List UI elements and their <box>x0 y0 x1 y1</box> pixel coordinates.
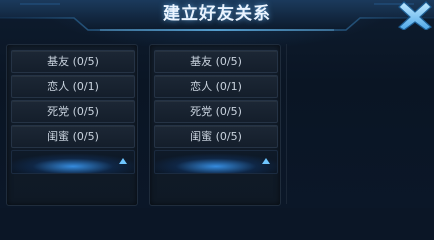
title-bar: 建立好友关系 <box>0 0 434 36</box>
relation-item-lover[interactable]: 恋人 (0/1) <box>11 75 135 98</box>
relation-item-buddy[interactable]: 基友 (0/5) <box>11 50 135 73</box>
chevron-up-icon <box>119 158 127 164</box>
close-button[interactable] <box>396 0 434 31</box>
relation-item-girlfriend[interactable]: 闺蜜 (0/5) <box>11 125 135 148</box>
dialog-title: 建立好友关系 <box>163 4 271 24</box>
relation-item-bestfriend[interactable]: 死党 (0/5) <box>154 100 278 123</box>
relation-group-2: 基友 (0/5) 恋人 (0/1) 死党 (0/5) 闺蜜 (0/5) <box>149 44 281 206</box>
relation-item-lover[interactable]: 恋人 (0/1) <box>154 75 278 98</box>
collapse-button[interactable] <box>154 150 278 174</box>
collapse-button[interactable] <box>11 150 135 174</box>
relation-item-girlfriend[interactable]: 闺蜜 (0/5) <box>154 125 278 148</box>
dialog-window: 建立好友关系 基友 (0/5) 恋人 (0/1) 死党 (0/5) 闺蜜 (0/… <box>0 0 434 208</box>
relation-group-1: 基友 (0/5) 恋人 (0/1) 死党 (0/5) 闺蜜 (0/5) <box>6 44 138 206</box>
relation-item-bestfriend[interactable]: 死党 (0/5) <box>11 100 135 123</box>
divider <box>286 44 287 204</box>
chevron-up-icon <box>262 158 270 164</box>
relation-item-buddy[interactable]: 基友 (0/5) <box>154 50 278 73</box>
close-icon <box>397 1 433 31</box>
content-area: 基友 (0/5) 恋人 (0/1) 死党 (0/5) 闺蜜 (0/5) 基友 (… <box>0 36 434 208</box>
